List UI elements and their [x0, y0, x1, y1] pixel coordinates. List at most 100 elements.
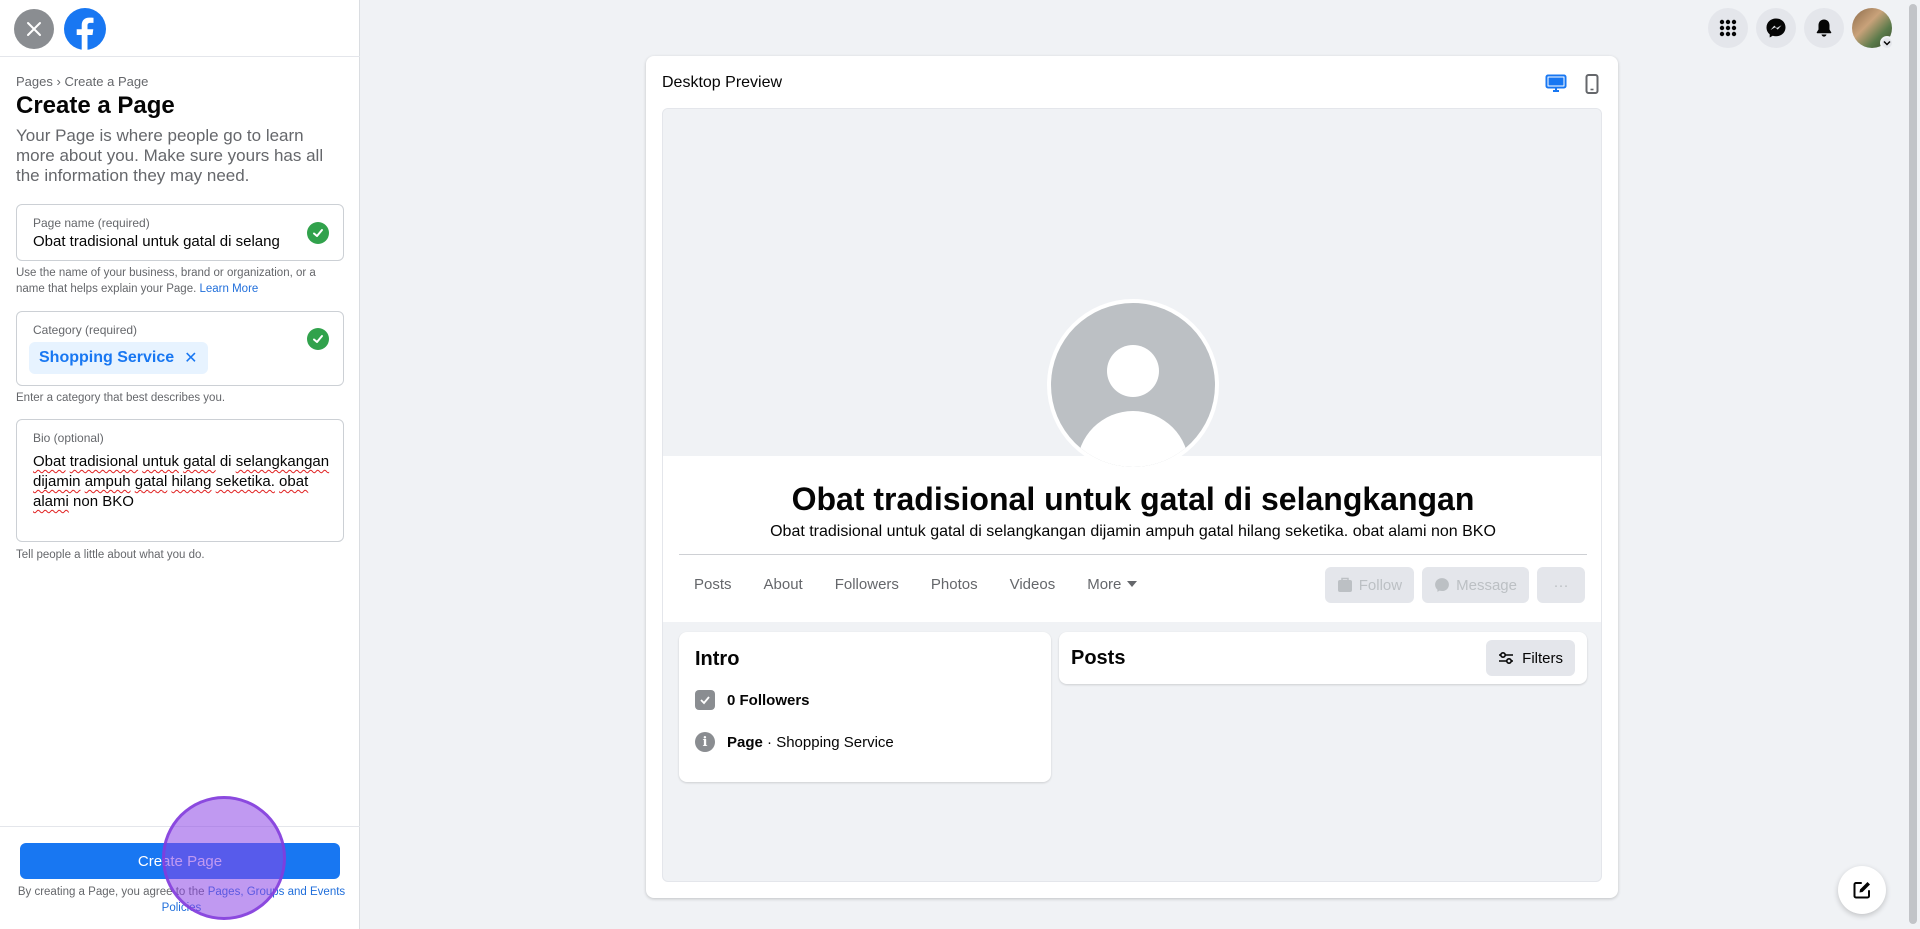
follow-icon: [1337, 577, 1352, 592]
preview-title: Desktop Preview: [662, 74, 783, 91]
filters-button[interactable]: Filters: [1486, 640, 1575, 676]
tab-videos[interactable]: Videos: [994, 576, 1072, 593]
bio-word: Obat: [33, 453, 66, 470]
follow-button[interactable]: Follow: [1324, 567, 1415, 603]
bio-word: gatal: [183, 453, 216, 470]
page-name-input[interactable]: Obat tradisional untuk gatal di selang: [33, 233, 298, 250]
terms-note: By creating a Page, you agree to the Pag…: [14, 884, 349, 916]
menu-button[interactable]: [1708, 8, 1748, 48]
bio-word: untuk: [142, 453, 179, 470]
page-category-label: Shopping Service: [776, 733, 894, 751]
tab-posts[interactable]: Posts: [679, 576, 748, 593]
close-icon: [27, 22, 41, 36]
page-name-helper: Use the name of your business, brand or …: [16, 265, 346, 297]
create-page-button[interactable]: Create Page: [20, 843, 340, 879]
bio-word: seketika.: [215, 473, 275, 490]
learn-more-link[interactable]: Learn More: [200, 283, 259, 295]
category-chip: Shopping Service ✕: [29, 342, 208, 374]
message-label: Message: [1456, 576, 1517, 594]
create-page-panel: Pages › Create a Page Create a Page Your…: [0, 0, 360, 929]
breadcrumb-pages-link[interactable]: Pages: [16, 74, 53, 89]
compose-icon: [1853, 882, 1870, 899]
separator: ·: [767, 733, 773, 751]
category-valid-check-icon: [307, 328, 329, 350]
messenger-icon: [1766, 18, 1786, 38]
footer-divider: [0, 826, 360, 827]
messenger-icon: [1435, 578, 1450, 592]
remove-category-icon[interactable]: ✕: [184, 348, 197, 368]
close-button[interactable]: [14, 9, 54, 49]
category-label: Category (required): [33, 323, 138, 337]
followers-icon: [695, 690, 715, 710]
bio-word: non: [73, 493, 99, 510]
breadcrumb: Pages › Create a Page: [16, 74, 148, 89]
page-type-label: Page: [727, 733, 763, 751]
profile-picture: [1047, 299, 1219, 471]
page-preview: Obat tradisional untuk gatal di selangka…: [662, 108, 1602, 882]
message-button[interactable]: Message: [1422, 567, 1529, 603]
mobile-view-toggle[interactable]: [1580, 72, 1604, 96]
desktop-view-toggle[interactable]: [1544, 72, 1568, 96]
caret-down-icon: [1127, 581, 1138, 587]
filters-label: Filters: [1522, 649, 1563, 667]
bio-word: dijamin: [33, 473, 81, 490]
bio-field[interactable]: Bio (optional) Obat tradisional untuk ga…: [16, 419, 344, 542]
bio-word: gatal: [134, 473, 168, 490]
chevron-down-icon: [1880, 36, 1894, 50]
desktop-icon: [1545, 74, 1567, 92]
tab-followers[interactable]: Followers: [819, 576, 915, 593]
intro-title: Intro: [695, 648, 740, 670]
facebook-logo-icon[interactable]: [64, 8, 106, 50]
followers-row: 0 Followers: [695, 690, 810, 710]
left-top-icons: [14, 8, 106, 50]
info-icon: i: [695, 732, 715, 752]
preview-tabs: Posts About Followers Photos Videos More: [679, 564, 1153, 604]
bell-icon: [1816, 19, 1832, 37]
bio-word: BKO: [102, 493, 134, 510]
sliders-icon: [1499, 651, 1514, 665]
intro-text: Your Page is where people go to learn mo…: [16, 126, 324, 185]
mobile-icon: [1585, 74, 1599, 94]
bio-textarea[interactable]: Obat tradisional untuk gatal di selangka…: [33, 452, 333, 512]
follow-label: Follow: [1358, 576, 1403, 594]
category-field[interactable]: Category (required) Shopping Service ✕: [16, 311, 344, 386]
desktop-preview-card: Desktop Preview Obat tradisional untuk g…: [646, 56, 1618, 898]
tab-about[interactable]: About: [748, 576, 819, 593]
bio-word: ampuh: [84, 473, 131, 490]
breadcrumb-separator: ›: [56, 74, 61, 89]
posts-card: Posts Filters: [1059, 632, 1587, 684]
page-name-helper-text: Use the name of your business, brand or …: [16, 267, 316, 295]
scrollbar-thumb[interactable]: [1909, 4, 1917, 924]
page-title: Create a Page: [16, 92, 175, 119]
preview-page-name: Obat tradisional untuk gatal di selangka…: [791, 481, 1475, 517]
tab-more-label: More: [1087, 575, 1122, 593]
page-name-field[interactable]: Page name (required) Obat tradisional un…: [16, 204, 344, 261]
bio-word: di: [219, 453, 232, 470]
preview-page-bio: Obat tradisional untuk gatal di selangka…: [770, 523, 1496, 540]
divider: [679, 554, 1587, 555]
divider: [0, 56, 360, 57]
notifications-button[interactable]: [1804, 8, 1844, 48]
messenger-button[interactable]: [1756, 8, 1796, 48]
account-avatar[interactable]: [1852, 8, 1894, 50]
default-avatar-icon: [1051, 303, 1215, 467]
intro-card: Intro 0 Followers i Page · Shopping Serv…: [679, 632, 1051, 782]
page-actions: Follow Message ···: [1324, 567, 1585, 603]
bio-word: tradisional: [69, 453, 139, 470]
page-category-row: i Page · Shopping Service: [695, 732, 894, 752]
followers-count: 0 Followers: [727, 691, 810, 709]
page-name-valid-check-icon: [307, 222, 329, 244]
tab-photos[interactable]: Photos: [915, 576, 994, 593]
page-name-label: Page name (required): [33, 216, 150, 230]
bio-word: obat: [279, 473, 309, 490]
grid-menu-icon: [1719, 19, 1737, 37]
more-actions-button[interactable]: ···: [1537, 567, 1585, 603]
scrollbar[interactable]: [1906, 0, 1920, 929]
new-message-button[interactable]: [1838, 866, 1886, 914]
bio-word: selangkangan: [235, 453, 330, 470]
top-nav-icons: [1708, 8, 1894, 50]
category-chip-label: Shopping Service: [39, 349, 175, 366]
category-helper: Enter a category that best describes you…: [16, 392, 226, 404]
bio-label: Bio (optional): [33, 431, 104, 445]
tab-more[interactable]: More: [1071, 576, 1153, 593]
